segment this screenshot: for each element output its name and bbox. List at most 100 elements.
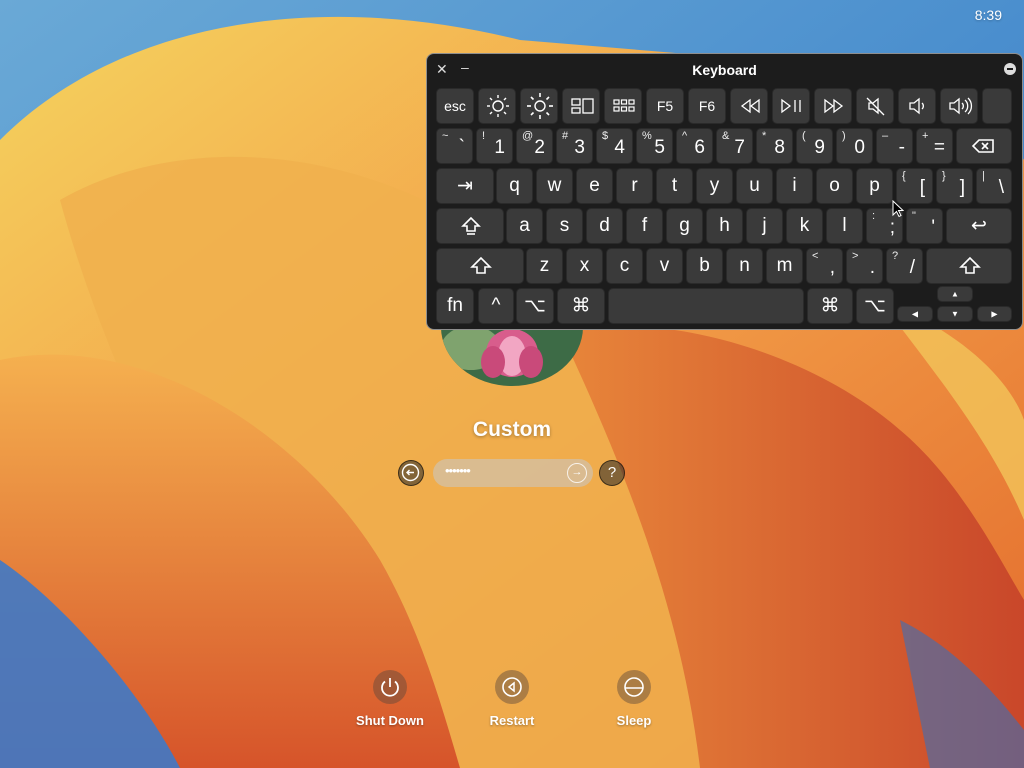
key-number-11[interactable]: – - xyxy=(876,128,913,164)
key-letter-r[interactable]: r xyxy=(616,168,653,204)
key-letter-g[interactable]: g xyxy=(666,208,703,244)
key-arrow-down[interactable]: ▼ xyxy=(937,306,973,322)
key-option-left[interactable]: ⌥ xyxy=(516,288,554,324)
arrow-right-circle-icon: → xyxy=(571,466,583,478)
key-number-1[interactable]: ! 1 xyxy=(476,128,513,164)
options-icon[interactable] xyxy=(1004,63,1016,75)
key-punct-z-2[interactable]: ? / xyxy=(886,248,923,284)
key-number-7[interactable]: & 7 xyxy=(716,128,753,164)
key-label: j xyxy=(762,215,767,236)
key-number-10[interactable]: ) 0 xyxy=(836,128,873,164)
key-fast-forward[interactable] xyxy=(814,88,852,124)
key-caps-lock[interactable] xyxy=(436,208,504,244)
key-number-0[interactable]: ~ ` xyxy=(436,128,473,164)
username-label: Custom xyxy=(472,418,552,441)
key-number-6[interactable]: ^ 6 xyxy=(676,128,713,164)
power-icon[interactable] xyxy=(373,670,407,704)
key-number-2[interactable]: @2 xyxy=(516,128,553,164)
key-return[interactable]: ↩ xyxy=(946,208,1012,244)
key-letter-d[interactable]: d xyxy=(586,208,623,244)
key-command-left[interactable]: ⌘ xyxy=(557,288,605,324)
key-label: 2 xyxy=(534,137,545,158)
key-shift-label: > xyxy=(852,250,859,262)
key-letter-h[interactable]: h xyxy=(706,208,743,244)
key-letter-o[interactable]: o xyxy=(816,168,853,204)
key-letter-q[interactable]: q xyxy=(496,168,533,204)
key-letter-w[interactable]: w xyxy=(536,168,573,204)
key-space[interactable] xyxy=(608,288,804,324)
key-letter-z[interactable]: z xyxy=(526,248,563,284)
key-letter-a[interactable]: a xyxy=(506,208,543,244)
password-field[interactable]: ••••••• → xyxy=(433,459,593,487)
key-punct-z-0[interactable]: <, xyxy=(806,248,843,284)
key-letter-s[interactable]: s xyxy=(546,208,583,244)
key-arrow-left[interactable]: ◀ xyxy=(897,306,933,322)
key-bracket-1[interactable]: }] xyxy=(936,168,973,204)
key-letter-f[interactable]: f xyxy=(626,208,663,244)
key-letter-k[interactable]: k xyxy=(786,208,823,244)
key-rewind[interactable] xyxy=(730,88,768,124)
key-launchpad[interactable] xyxy=(604,88,642,124)
key-arrow-up[interactable]: ▲ xyxy=(937,286,973,302)
key-label: l xyxy=(842,215,847,236)
key-esc[interactable]: esc xyxy=(436,88,474,124)
key-letter-c[interactable]: c xyxy=(606,248,643,284)
key-tab[interactable]: ⇥ xyxy=(436,168,494,204)
key-letter-e[interactable]: e xyxy=(576,168,613,204)
key-letter-p[interactable]: p xyxy=(856,168,893,204)
key-shift-right[interactable] xyxy=(926,248,1012,284)
submit-button[interactable]: → xyxy=(567,463,587,483)
key-command-right[interactable]: ⌘ xyxy=(807,288,853,324)
keyboard-viewer-window: ✕ – Keyboard esc F5 F6 ⇥ ↩ fn ^ ⌥ ⌘ ⌘ ⌥ … xyxy=(426,53,1023,330)
key-f6[interactable]: F6 xyxy=(688,88,726,124)
key-letter-v[interactable]: v xyxy=(646,248,683,284)
password-row: ••••••• → ? xyxy=(398,459,628,487)
key-letter-y[interactable]: y xyxy=(696,168,733,204)
help-button[interactable]: ? xyxy=(599,460,625,486)
key-power-blank[interactable] xyxy=(982,88,1012,124)
key-f5[interactable]: F5 xyxy=(646,88,684,124)
key-letter-n[interactable]: n xyxy=(726,248,763,284)
key-letter-j[interactable]: j xyxy=(746,208,783,244)
key-delete[interactable] xyxy=(956,128,1012,164)
key-mute[interactable] xyxy=(856,88,894,124)
restart-option[interactable]: Restart xyxy=(467,670,557,728)
key-bracket-0[interactable]: {[ xyxy=(896,168,933,204)
key-letter-m[interactable]: m xyxy=(766,248,803,284)
key-letter-l[interactable]: l xyxy=(826,208,863,244)
menu-bar-clock: 8:39 xyxy=(974,7,1002,23)
key-arrow-right[interactable]: ▶ xyxy=(977,306,1012,322)
key-volume-down[interactable] xyxy=(898,88,936,124)
key-letter-x[interactable]: x xyxy=(566,248,603,284)
key-letter-t[interactable]: t xyxy=(656,168,693,204)
back-button[interactable] xyxy=(398,460,424,486)
key-number-8[interactable]: * 8 xyxy=(756,128,793,164)
restart-icon[interactable] xyxy=(495,670,529,704)
key-label: ↩ xyxy=(971,215,987,237)
key-shift-left[interactable] xyxy=(436,248,524,284)
key-option-right[interactable]: ⌥ xyxy=(856,288,894,324)
key-brightness-up[interactable] xyxy=(520,88,558,124)
key-number-4[interactable]: $4 xyxy=(596,128,633,164)
sleep-icon[interactable] xyxy=(617,670,651,704)
key-control[interactable]: ^ xyxy=(478,288,514,324)
key-volume-up[interactable] xyxy=(940,88,978,124)
shut-down-option[interactable]: Shut Down xyxy=(345,670,435,728)
key-punct-1[interactable]: " ' xyxy=(906,208,943,244)
key-number-3[interactable]: #3 xyxy=(556,128,593,164)
brightness-up-icon xyxy=(527,93,553,119)
key-number-12[interactable]: + = xyxy=(916,128,953,164)
key-letter-u[interactable]: u xyxy=(736,168,773,204)
delete-icon xyxy=(971,139,994,153)
key-punct-z-1[interactable]: >. xyxy=(846,248,883,284)
key-mission-control[interactable] xyxy=(562,88,600,124)
sleep-option[interactable]: Sleep xyxy=(589,670,679,728)
key-bracket-2[interactable]: | \ xyxy=(976,168,1012,204)
key-letter-b[interactable]: b xyxy=(686,248,723,284)
key-play-pause[interactable] xyxy=(772,88,810,124)
key-number-9[interactable]: (9 xyxy=(796,128,833,164)
key-brightness-down[interactable] xyxy=(478,88,516,124)
key-letter-i[interactable]: i xyxy=(776,168,813,204)
key-number-5[interactable]: % 5 xyxy=(636,128,673,164)
key-fn[interactable]: fn xyxy=(436,288,474,324)
